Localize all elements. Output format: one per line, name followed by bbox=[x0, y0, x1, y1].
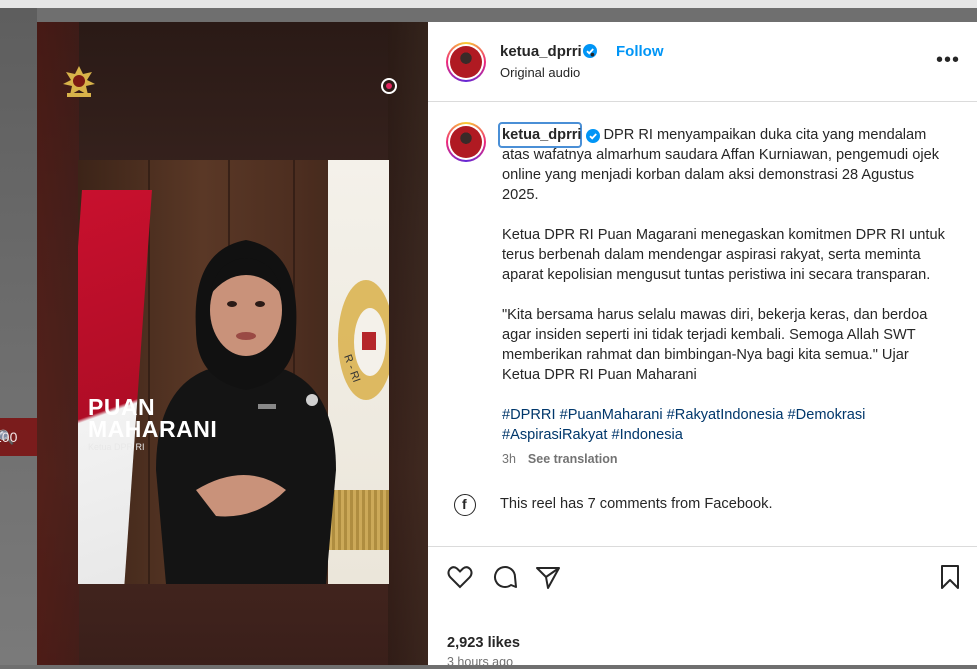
facebook-icon: f bbox=[454, 494, 476, 516]
header-username[interactable]: ketua_dprri bbox=[500, 43, 582, 60]
follow-button[interactable]: Follow bbox=[616, 43, 664, 60]
caption-avatar[interactable] bbox=[446, 122, 486, 162]
caption-meta: 3h See translation bbox=[502, 452, 618, 466]
post-header: ketua_dprri • Follow Original audio ••• bbox=[428, 22, 977, 102]
media-blur-left bbox=[37, 22, 79, 665]
dpr-emblem-icon bbox=[63, 66, 95, 97]
caption-paragraph-2: Ketua DPR RI Puan Magarani menegaskan ko… bbox=[502, 227, 945, 283]
facebook-comments-note: This reel has 7 comments from Facebook. bbox=[500, 496, 773, 512]
caption-paragraph-3: "Kita bersama harus selalu mawas diri, b… bbox=[502, 307, 928, 383]
save-bookmark-icon[interactable] bbox=[936, 563, 964, 591]
caption-username[interactable]: ketua_dprri bbox=[502, 127, 581, 143]
overlay-role: Ketua DPR RI bbox=[88, 442, 145, 452]
browser-top-strip bbox=[0, 0, 977, 8]
avatar[interactable] bbox=[446, 42, 486, 82]
see-translation-link[interactable]: See translation bbox=[528, 452, 618, 466]
more-options-icon[interactable]: ••• bbox=[936, 49, 960, 72]
backdrop-left bbox=[0, 8, 37, 665]
post-caption: ketua_dprri DPR RI menyampaikan duka cita… bbox=[502, 125, 964, 465]
like-heart-icon[interactable] bbox=[446, 563, 474, 591]
video-frame: R - RI PUAN MAHARANI Ketua DPR RI bbox=[78, 160, 389, 584]
post-time-short: 3h bbox=[502, 452, 516, 466]
reel-media[interactable]: R - RI PUAN MAHARANI Ketua DPR RI bbox=[37, 22, 428, 665]
likes-count[interactable]: 2,923 likes bbox=[447, 635, 520, 651]
action-bar: 2,923 likes 3 hours ago bbox=[428, 546, 977, 669]
partial-like-count: 100 bbox=[0, 429, 18, 445]
comment-icon[interactable] bbox=[491, 563, 519, 591]
caption-hashtags[interactable]: #DPRRI #PuanMaharani #RakyatIndonesia #D… bbox=[502, 405, 964, 445]
post-panel: ketua_dprri • Follow Original audio ••• … bbox=[428, 22, 977, 669]
share-icon[interactable] bbox=[534, 563, 562, 591]
overlay-name: PUAN MAHARANI bbox=[88, 394, 218, 442]
header-separator: • bbox=[590, 46, 595, 62]
media-blur-right bbox=[388, 22, 428, 665]
post-time-ago: 3 hours ago bbox=[447, 655, 514, 669]
partial-like-badge: 🔍100 bbox=[0, 418, 37, 456]
record-icon[interactable] bbox=[381, 78, 397, 94]
original-audio-link[interactable]: Original audio bbox=[500, 65, 580, 80]
